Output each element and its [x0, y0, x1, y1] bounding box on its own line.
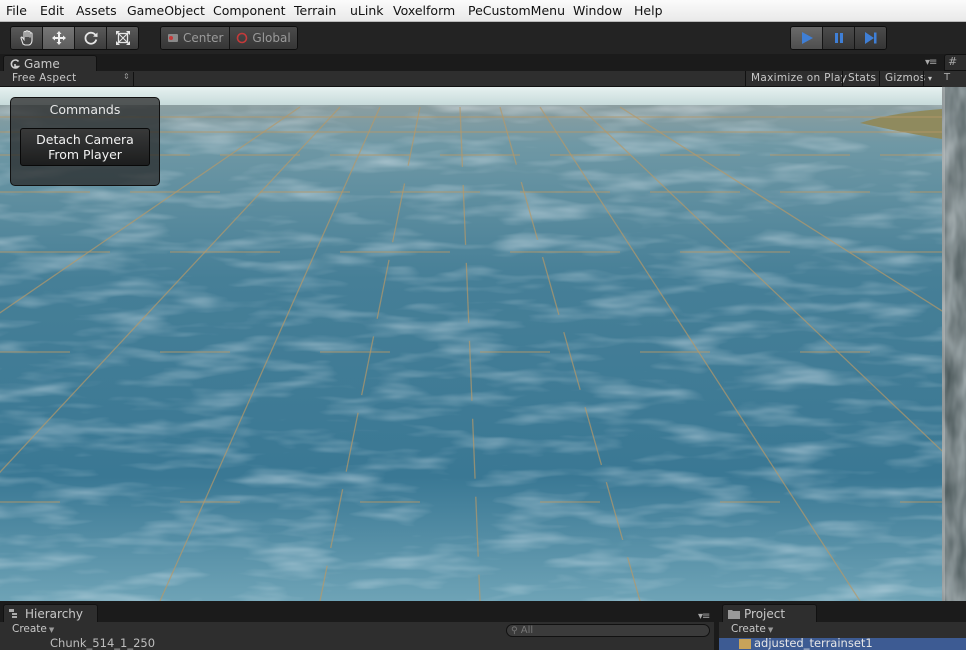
- pivot-mode-button[interactable]: Center: [161, 27, 231, 49]
- pivot-rotation-button[interactable]: Global: [230, 27, 297, 49]
- right-panel-tab-label: T: [944, 72, 951, 83]
- game-icon: [10, 58, 20, 69]
- move-tool-button[interactable]: [43, 27, 75, 49]
- menu-gameobject[interactable]: GameObject: [127, 3, 205, 18]
- game-viewport[interactable]: Commands Detach Camera From Player: [0, 87, 942, 601]
- menu-window[interactable]: Window: [573, 3, 622, 18]
- hierarchy-icon: [9, 608, 17, 618]
- right-panel-view[interactable]: [942, 87, 966, 601]
- rotate-tool-icon: [84, 31, 97, 45]
- hierarchy-create-dropdown[interactable]: Create ▼: [12, 623, 54, 635]
- menu-edit[interactable]: Edit: [40, 3, 64, 18]
- menu-ulink[interactable]: uLink: [350, 3, 384, 18]
- project-toolbar: Create ▼: [719, 622, 966, 638]
- hierarchy-search-input[interactable]: ⚲ All: [506, 624, 710, 637]
- detach-camera-line1: Detach Camera: [36, 132, 134, 147]
- tab-right-panel[interactable]: #: [944, 54, 966, 71]
- aspect-dropdown[interactable]: Free Aspect ⇕: [6, 72, 134, 86]
- step-icon: [864, 32, 876, 44]
- menu-bar: File Edit Assets GameObject Component Te…: [0, 0, 966, 22]
- search-icon: ⚲: [511, 626, 518, 636]
- panel-options-icon[interactable]: ▾≡: [925, 57, 937, 68]
- hand-tool-button[interactable]: [11, 27, 43, 49]
- folder-icon: [728, 609, 740, 619]
- right-panel-toolbar: T: [942, 71, 966, 87]
- chevron-down-icon: ▼: [767, 626, 774, 634]
- rotate-tool-button[interactable]: [75, 27, 107, 49]
- play-icon: [801, 32, 813, 44]
- playback-controls: [790, 26, 887, 50]
- gizmos-dropdown-arrow-icon[interactable]: ▾: [923, 71, 942, 87]
- global-icon: [237, 32, 248, 44]
- menu-file[interactable]: File: [6, 3, 27, 18]
- game-tab-bar: Game ▾≡: [0, 54, 942, 71]
- menu-component[interactable]: Component: [213, 3, 286, 18]
- hierarchy-options-icon[interactable]: ▾≡: [698, 611, 710, 622]
- project-create-dropdown[interactable]: Create ▼: [731, 623, 773, 635]
- search-placeholder: All: [520, 625, 534, 636]
- hierarchy-create-label: Create: [12, 623, 47, 635]
- move-tool-icon: [51, 31, 66, 45]
- menu-voxelform[interactable]: Voxelform: [393, 3, 455, 18]
- hierarchy-list: Chunk_514_1_250: [0, 638, 714, 650]
- grid-icon: #: [948, 55, 958, 68]
- commands-title: Commands: [49, 102, 121, 117]
- scale-tool-icon: [115, 31, 130, 45]
- project-list: adjusted_terrainset1: [719, 638, 966, 650]
- bottom-panels: Hierarchy ▾≡ Create ▼ ⚲ All Chunk_514_1_2…: [0, 601, 966, 650]
- project-create-label: Create: [731, 623, 766, 635]
- tab-project-label: Project: [744, 606, 786, 621]
- tab-hierarchy[interactable]: Hierarchy: [3, 604, 98, 622]
- menu-assets[interactable]: Assets: [76, 3, 117, 18]
- hierarchy-toolbar: Create ▼ ⚲ All: [0, 622, 714, 638]
- menu-help[interactable]: Help: [634, 3, 663, 18]
- detach-camera-line2: From Player: [48, 147, 122, 162]
- hierarchy-list-item[interactable]: Chunk_514_1_250: [50, 638, 155, 650]
- scale-tool-button[interactable]: [107, 27, 138, 49]
- hand-tool-icon: [19, 30, 33, 46]
- detach-camera-button[interactable]: Detach Camera From Player: [20, 128, 150, 166]
- rocky-terrain-view: [942, 87, 966, 601]
- main-toolbar: Center Global: [0, 22, 966, 54]
- maximize-on-play-toggle[interactable]: Maximize on Play: [745, 71, 852, 87]
- pause-icon: [834, 33, 843, 43]
- aspect-label: Free Aspect: [12, 72, 77, 84]
- tab-hierarchy-label: Hierarchy: [25, 606, 84, 621]
- project-list-item[interactable]: adjusted_terrainset1: [754, 638, 873, 650]
- asset-icon: [739, 639, 751, 649]
- menu-pecustommenu[interactable]: PeCustomMenu: [468, 3, 565, 18]
- play-button[interactable]: [791, 27, 823, 49]
- pivot-center-icon: [168, 34, 178, 42]
- menu-terrain[interactable]: Terrain: [294, 3, 336, 18]
- tab-game[interactable]: Game: [3, 55, 97, 71]
- pause-button[interactable]: [823, 27, 855, 49]
- chevron-down-icon: ▼: [48, 626, 55, 634]
- step-button[interactable]: [855, 27, 886, 49]
- game-view-toolbar: Free Aspect ⇕ Maximize on Play Stats Giz…: [0, 71, 942, 87]
- pivot-rotation-label: Global: [252, 31, 291, 45]
- pivot-toggles: Center Global: [160, 26, 298, 50]
- right-panel: # T: [942, 54, 966, 601]
- stats-toggle[interactable]: Stats: [842, 71, 881, 87]
- commands-panel: Commands Detach Camera From Player: [10, 97, 160, 186]
- pivot-mode-label: Center: [183, 31, 224, 45]
- transform-tools: [10, 26, 139, 50]
- tab-game-label: Game: [24, 56, 60, 71]
- updown-arrow-icon: ⇕: [122, 72, 130, 81]
- tab-project[interactable]: Project: [722, 604, 817, 622]
